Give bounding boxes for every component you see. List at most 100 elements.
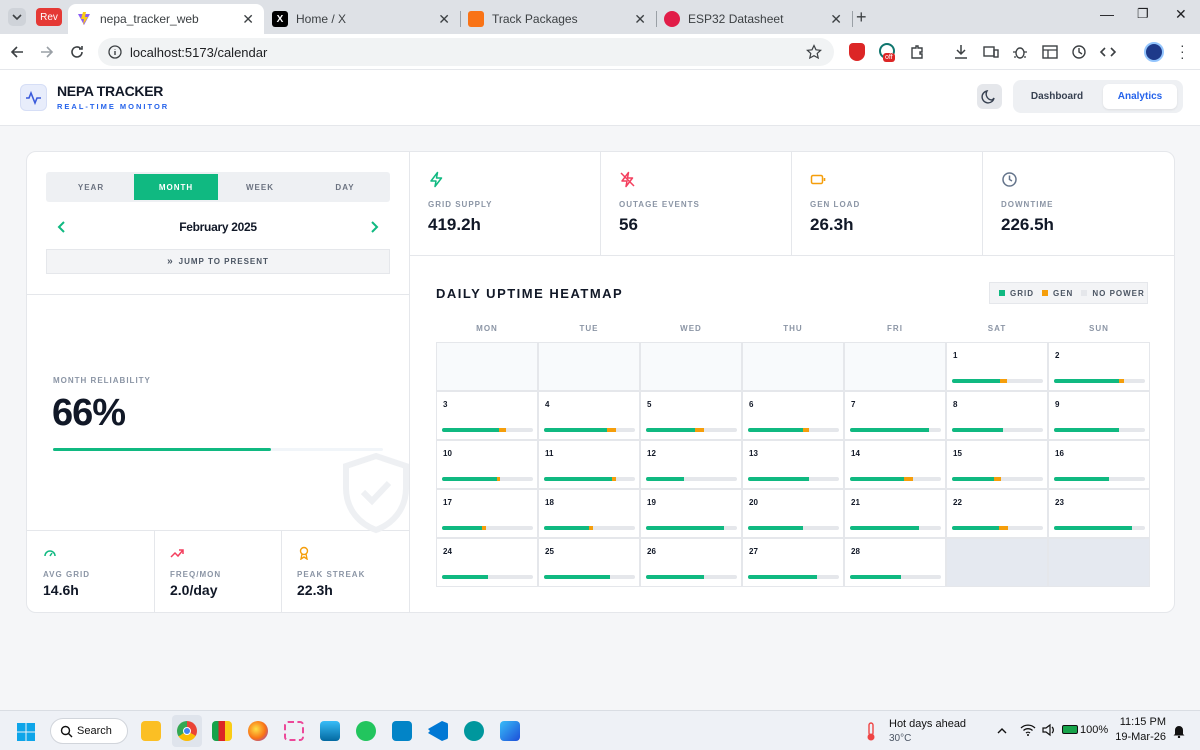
heatmap-day-cell[interactable]: 19: [640, 489, 742, 538]
heatmap-day-cell[interactable]: 11: [538, 440, 640, 489]
site-info-icon[interactable]: [107, 44, 123, 60]
firefox-icon[interactable]: [248, 721, 268, 741]
bookmark-star-icon[interactable]: [806, 44, 822, 60]
tab-nepa-tracker[interactable]: nepa_tracker_web ✕: [68, 4, 264, 34]
tab-esp32-datasheet[interactable]: ESP32 Datasheet ✕: [656, 4, 852, 34]
weekday-header: WED: [680, 324, 702, 333]
app-logo[interactable]: [20, 84, 47, 111]
address-bar[interactable]: localhost:5173/calendar: [98, 38, 834, 66]
notification-bell-icon[interactable]: [1172, 724, 1186, 738]
heatmap-day-cell[interactable]: 24: [436, 538, 538, 587]
minimize-button[interactable]: —: [1100, 6, 1114, 22]
heatmap-day-cell[interactable]: 25: [538, 538, 640, 587]
heatmap-day-cell[interactable]: 13: [742, 440, 844, 489]
tab-search-button[interactable]: [8, 8, 26, 26]
arduino-icon[interactable]: [464, 721, 484, 741]
download-icon[interactable]: [952, 43, 970, 61]
wifi-icon[interactable]: [1020, 723, 1036, 737]
package-logo-icon: [468, 11, 484, 27]
back-icon[interactable]: [8, 43, 26, 61]
heatmap-day-cell[interactable]: 15: [946, 440, 1048, 489]
photos-icon[interactable]: [320, 721, 340, 741]
grid-segment: [952, 428, 1003, 432]
tab-track-packages[interactable]: Track Packages ✕: [460, 4, 656, 34]
reload-icon[interactable]: [68, 43, 86, 61]
heatmap-day-cell[interactable]: 8: [946, 391, 1048, 440]
taskbar-search[interactable]: Search: [50, 718, 128, 744]
tab-grid-icon[interactable]: [1041, 43, 1059, 61]
heatmap-day-cell[interactable]: 6: [742, 391, 844, 440]
heatmap-day-cell[interactable]: 4: [538, 391, 640, 440]
heatmap-day-cell[interactable]: 28: [844, 538, 946, 587]
battery-icon[interactable]: [1062, 725, 1078, 734]
legend-grid: GRID: [999, 289, 1034, 298]
devices-icon[interactable]: [982, 43, 1000, 61]
heatmap-day-cell[interactable]: 12: [640, 440, 742, 489]
weather-widget[interactable]: Hot days ahead 30°C: [862, 717, 972, 747]
mode-week-button[interactable]: WEEK: [218, 174, 302, 200]
empty-day-cell: [436, 342, 538, 391]
prev-month-icon[interactable]: [55, 220, 69, 234]
speaker-icon[interactable]: [1041, 723, 1057, 737]
uptime-bar: [952, 379, 1043, 383]
nav-analytics-button[interactable]: Analytics: [1103, 84, 1177, 109]
tab-home-x[interactable]: X Home / X ✕: [264, 4, 460, 34]
extensions-puzzle-icon[interactable]: [908, 43, 926, 61]
chevron-up-icon[interactable]: [996, 725, 1008, 737]
nav-dashboard-button[interactable]: Dashboard: [1013, 85, 1101, 108]
battery-percentage: 100%: [1080, 724, 1109, 736]
close-tab-icon[interactable]: ✕: [438, 11, 450, 28]
heatmap-day-cell[interactable]: 10: [436, 440, 538, 489]
clock-time[interactable]: 11:15 PM: [1118, 716, 1166, 728]
heatmap-day-cell[interactable]: 1: [946, 342, 1048, 391]
history-icon[interactable]: [1070, 43, 1088, 61]
heatmap-day-cell[interactable]: 23: [1048, 489, 1150, 538]
rev-badge[interactable]: Rev: [36, 8, 62, 26]
heatmap-day-cell[interactable]: 3: [436, 391, 538, 440]
next-month-icon[interactable]: [367, 220, 381, 234]
file-explorer-icon[interactable]: [141, 721, 161, 741]
whatsapp-icon[interactable]: [356, 721, 376, 741]
paint-app-icon[interactable]: [500, 721, 520, 741]
heatmap-day-cell[interactable]: 16: [1048, 440, 1150, 489]
chart-app-icon[interactable]: [212, 721, 232, 741]
close-tab-icon[interactable]: ✕: [634, 11, 646, 28]
heatmap-day-cell[interactable]: 5: [640, 391, 742, 440]
uptime-bar: [1054, 428, 1145, 432]
mode-day-button[interactable]: DAY: [302, 174, 388, 200]
heatmap-day-cell[interactable]: 21: [844, 489, 946, 538]
close-window-button[interactable]: ✕: [1175, 6, 1187, 23]
mode-year-button[interactable]: YEAR: [48, 174, 134, 200]
heatmap-day-cell[interactable]: 14: [844, 440, 946, 489]
heatmap-day-cell[interactable]: 18: [538, 489, 640, 538]
close-tab-icon[interactable]: ✕: [830, 11, 842, 28]
vscode-icon[interactable]: [428, 721, 448, 741]
forward-icon[interactable]: [38, 43, 56, 61]
heatmap-day-cell[interactable]: 7: [844, 391, 946, 440]
bug-icon[interactable]: [1011, 43, 1029, 61]
heatmap-day-cell[interactable]: 20: [742, 489, 844, 538]
heatmap-day-cell[interactable]: 17: [436, 489, 538, 538]
browser-menu-icon[interactable]: · · ·: [1180, 38, 1185, 64]
heatmap-day-cell[interactable]: 9: [1048, 391, 1150, 440]
heatmap-day-cell[interactable]: 22: [946, 489, 1048, 538]
theme-toggle-button[interactable]: [977, 84, 1002, 109]
profile-avatar[interactable]: [1144, 42, 1164, 62]
chrome-icon[interactable]: [177, 721, 197, 741]
uptime-bar: [748, 575, 839, 579]
clock-date[interactable]: 19-Mar-26: [1110, 731, 1166, 743]
new-tab-button[interactable]: +: [856, 7, 867, 28]
windows-start-icon[interactable]: [16, 722, 36, 742]
ublock-extension-icon[interactable]: [849, 43, 865, 61]
heatmap-day-cell[interactable]: 27: [742, 538, 844, 587]
code-icon[interactable]: [1099, 43, 1117, 61]
restore-button[interactable]: ❐: [1137, 6, 1149, 22]
heatmap-day-cell[interactable]: 26: [640, 538, 742, 587]
remote-desktop-icon[interactable]: [392, 721, 412, 741]
jump-to-present-button[interactable]: » JUMP TO PRESENT: [46, 249, 390, 274]
snipping-tool-icon[interactable]: [284, 721, 304, 741]
app-subtitle: REAL-TIME MONITOR: [57, 102, 170, 111]
heatmap-day-cell[interactable]: 2: [1048, 342, 1150, 391]
mode-month-button[interactable]: MONTH: [134, 174, 218, 200]
close-tab-icon[interactable]: ✕: [242, 11, 254, 28]
